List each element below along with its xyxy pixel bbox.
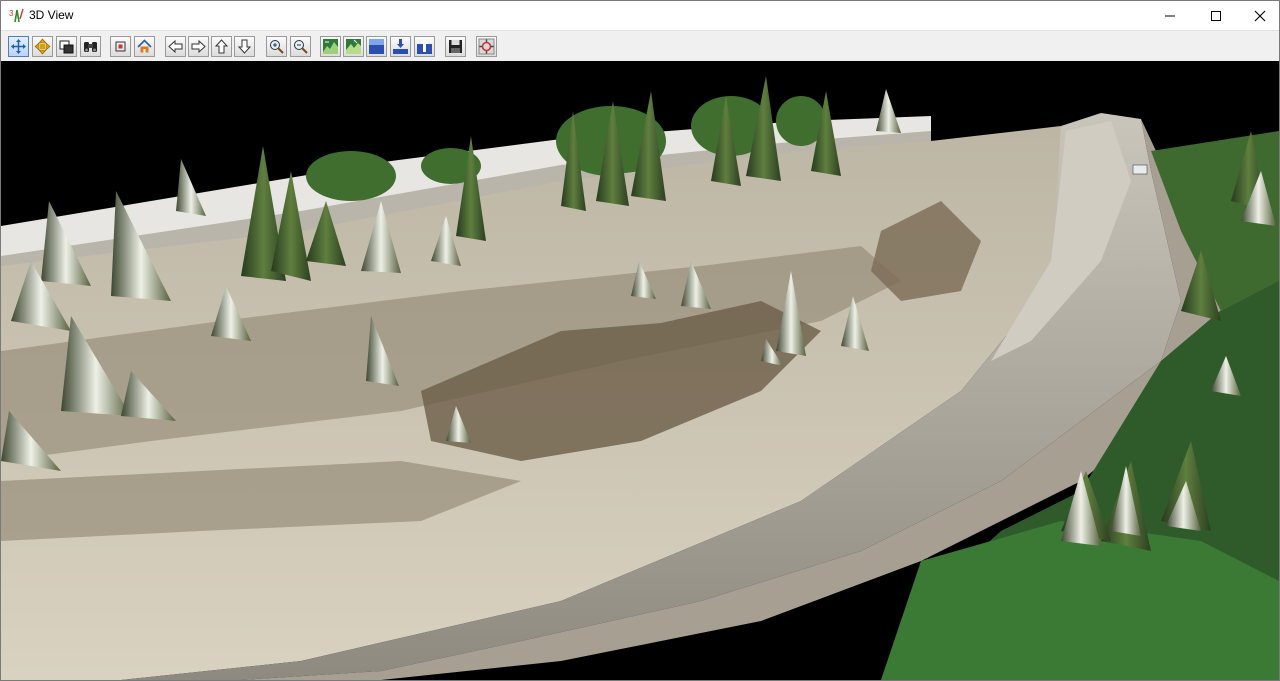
title-bar[interactable]: 3 3D View — [1, 1, 1279, 30]
home-icon — [137, 39, 152, 53]
maximize-icon — [1211, 11, 1221, 21]
terrain-icon — [323, 39, 338, 54]
fit-view-icon — [115, 41, 126, 52]
minimize-button[interactable] — [1147, 1, 1193, 30]
rotate-arrows-icon — [11, 39, 26, 54]
arrow-up-icon — [214, 39, 229, 54]
binoculars-button[interactable] — [80, 36, 101, 57]
close-icon — [1254, 10, 1266, 22]
app-icon: 3 — [9, 7, 25, 23]
raise-surface-button[interactable] — [414, 36, 435, 57]
window-title: 3D View — [29, 8, 74, 22]
maximize-button[interactable] — [1193, 1, 1239, 30]
move-left-button[interactable] — [165, 36, 186, 57]
surface-view-2-button[interactable] — [343, 36, 364, 57]
binoculars-icon — [84, 42, 97, 52]
layers-button[interactable] — [56, 36, 77, 57]
floppy-disk-icon — [449, 40, 462, 53]
minimize-icon — [1165, 15, 1175, 17]
toolbar — [1, 30, 1279, 62]
layers-icon — [59, 40, 74, 54]
arrow-left-icon — [168, 39, 183, 54]
surface-view-1-button[interactable] — [320, 36, 341, 57]
close-button[interactable] — [1237, 1, 1279, 30]
settings-icon — [478, 38, 495, 55]
rotate-tool-button[interactable] — [8, 36, 29, 57]
water-surface-button[interactable] — [366, 36, 387, 57]
move-down-button[interactable] — [234, 36, 255, 57]
app-window: 3 3D View — [0, 0, 1280, 681]
zoom-in-icon — [270, 40, 284, 54]
surface-up-icon — [417, 40, 432, 54]
arrow-right-icon — [191, 39, 206, 54]
surface-down-icon — [393, 39, 408, 54]
fit-view-button[interactable] — [110, 36, 131, 57]
water-icon — [369, 39, 384, 54]
move-up-button[interactable] — [211, 36, 232, 57]
terrain-icon — [346, 39, 361, 54]
3d-viewport[interactable] — [1, 61, 1279, 680]
lower-surface-button[interactable] — [390, 36, 411, 57]
settings-button[interactable] — [476, 36, 497, 57]
save-button[interactable] — [445, 36, 466, 57]
move-right-button[interactable] — [188, 36, 209, 57]
pan-tool-button[interactable] — [32, 36, 53, 57]
pan-arrows-icon — [34, 38, 51, 55]
zoom-in-button[interactable] — [266, 36, 287, 57]
svg-text:3: 3 — [9, 9, 14, 18]
zoom-out-button[interactable] — [290, 36, 311, 57]
zoom-out-icon — [294, 40, 308, 54]
terrain-render — [1, 61, 1279, 680]
home-view-button[interactable] — [134, 36, 155, 57]
arrow-down-icon — [237, 39, 252, 54]
